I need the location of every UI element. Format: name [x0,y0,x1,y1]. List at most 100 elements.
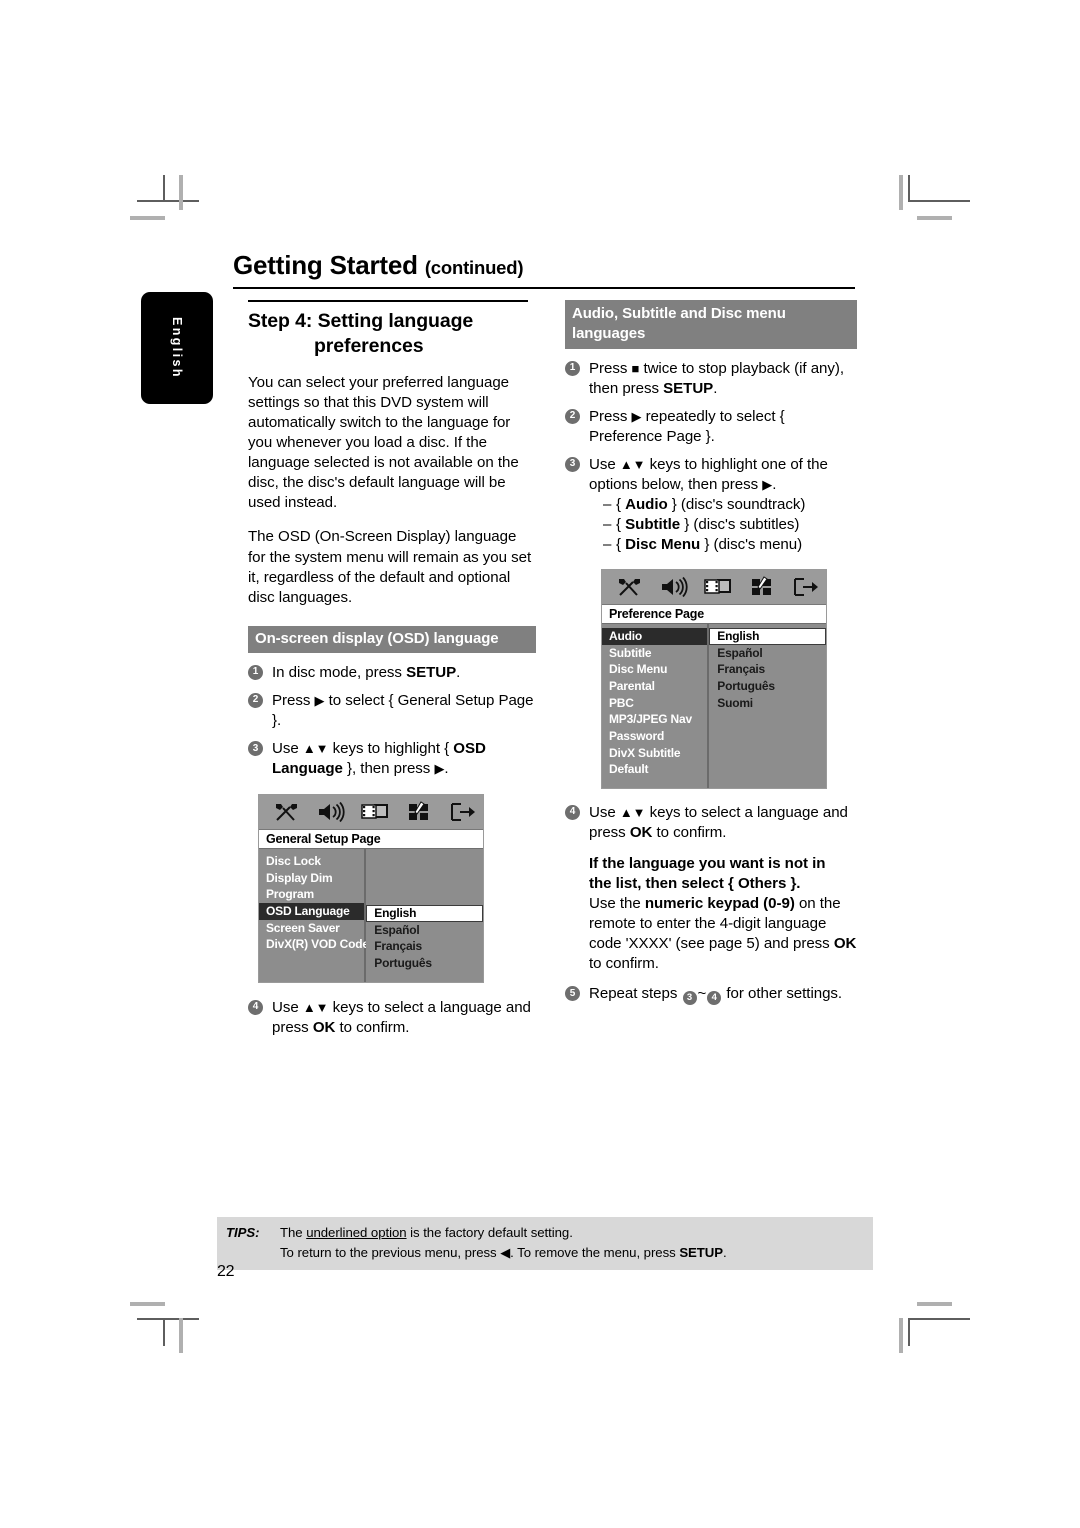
title-rule [233,287,855,289]
menu-item-pbc[interactable]: PBC [602,695,707,712]
step-ref-to: 4 [707,991,722,1006]
manual-page: English Getting Started (continued) Step… [0,0,1080,1528]
exit-icon [784,572,826,602]
pref-option-audio: –{ Audio } (disc's soundtrack) [589,495,857,515]
tips-footer: TIPS: The underlined option is the factor… [217,1217,873,1271]
left-column: Step 4: Setting language preferences You… [248,300,536,1046]
step-heading-rule [248,300,528,302]
osd-step-4-tail: to confirm. [335,1018,410,1036]
preference-icon [397,797,441,827]
up-down-arrow-icon: ▲▼ [302,999,329,1015]
value-espanol[interactable]: Español [709,645,826,662]
intro-paragraph-2: The OSD (On-Screen Display) language for… [248,528,532,606]
menu-item-mp3-jpeg-nav[interactable]: MP3/JPEG Nav [602,711,707,728]
crop-mark-top-left [137,200,199,202]
crop-mark-top-left-bar [179,175,183,210]
menu-item-osd-language[interactable]: OSD Language [259,903,365,920]
page-number: 22 [217,1263,235,1280]
osd-section-heading: On-screen display (OSD) language [248,626,536,653]
value-english[interactable]: English [366,905,483,922]
others-note-line1: If the language you want is not in [589,854,826,872]
value-portugues[interactable]: Português [366,955,483,972]
menu-item-disc-lock[interactable]: Disc Lock [259,853,364,870]
menu-item-divx-subtitle[interactable]: DivX Subtitle [602,745,707,762]
menu-item-parental[interactable]: Parental [602,678,707,695]
menu-item-program[interactable]: Program [259,886,364,903]
menu-item-divx-vod-code[interactable]: DivX(R) VOD Code [259,936,369,953]
step-badge: 1 [565,360,580,376]
step-badge: 2 [248,692,263,708]
others-note-body-bold2: OK [833,935,857,953]
right-column: Audio, Subtitle and Disc menu languages … [565,300,857,1012]
osd-step-3-mid: keys to highlight { [328,740,454,758]
pref-step-3-text: Use [589,455,620,473]
exit-icon [441,797,483,827]
menu-item-subtitle[interactable]: Subtitle [602,645,707,662]
others-note-body-bold: numeric keypad (0-9) [644,895,795,913]
pref-option-audio-tail: } (disc's soundtrack) [667,495,806,513]
pref-step-5-text: Repeat steps [589,985,682,1003]
osd-step-2-text: Press [272,691,315,709]
osd-steps-list: 1 In disc mode, press SETUP. 2 Press ▶ to … [248,663,536,779]
osd-step-3-tail: }, then press [342,760,435,778]
value-espanol[interactable]: Español [366,922,483,939]
pref-option-audio-bold: Audio [625,495,668,513]
audio-heading-line1: Audio, Subtitle and Disc menu [572,305,786,322]
dash-marker: – [603,516,612,534]
preference-page-title: Preference Page [602,605,826,625]
step-badge: 3 [565,456,580,472]
up-down-arrow-icon: ▲▼ [302,741,329,757]
pref-step-4-text: Use [589,803,620,821]
pref-option-subtitle: –{ Subtitle } (disc's subtitles) [589,515,857,535]
crop-mark-bottom-right-bar [899,1318,903,1353]
step4-heading-line1: Step 4: Setting language [248,309,474,332]
osd-step-2: 2 Press ▶ to select { General Setup Page … [248,691,536,731]
value-suomi[interactable]: Suomi [709,695,826,712]
menu-item-screen-saver[interactable]: Screen Saver [259,920,364,937]
value-francais[interactable]: Français [366,938,483,955]
preference-steps-list-cont: 4 Use ▲▼ keys to select a language and pr… [565,803,857,1006]
tips-line2-a: To return to the previous menu, press [280,1245,501,1261]
menu-item-audio[interactable]: Audio [602,628,708,645]
preference-menu-list: Audio Subtitle Disc Menu Parental PBC MP… [602,624,710,788]
step-badge: 1 [248,664,263,680]
value-english[interactable]: English [709,628,826,645]
audio-heading-line2: languages [572,324,646,342]
preference-page-body: Audio Subtitle Disc Menu Parental PBC MP… [602,624,826,788]
preference-icon-bar [602,570,826,606]
language-tab: English [141,292,213,404]
step4-heading-line2: preferences [314,334,424,357]
crop-mark-bottom-right-bar2 [917,1302,952,1306]
pref-step-4-tail: to confirm. [652,823,727,841]
pref-step-2-text: Press [589,407,632,425]
osd-steps-list-cont: 4 Use ▲▼ keys to select a language and pr… [248,998,536,1038]
setup-values-list: English Español Français Português [366,849,483,982]
step-badge: 2 [565,408,580,424]
step4-heading: Step 4: Setting language preferences [248,309,536,359]
crop-mark-bottom-left-bar2 [130,1302,165,1306]
tips-line1-b: is the factory default setting. [406,1225,573,1240]
menu-item-disc-menu[interactable]: Disc Menu [602,661,707,678]
menu-item-default[interactable]: Default [602,761,707,778]
speaker-icon [652,572,696,602]
pref-option-disc-menu: –{ Disc Menu } (disc's menu) [589,535,857,555]
page-title-main: Getting Started [233,250,418,280]
pref-step-3-tail: . [772,475,777,493]
left-arrow-icon: ◀ [500,1245,511,1261]
right-arrow-icon: ▶ [434,761,445,777]
value-francais[interactable]: Français [709,661,826,678]
others-note-braced: { Others }. [728,874,801,892]
others-note-line2: the list, then select [589,874,724,892]
tips-line2: To return to the previous menu, press ◀.… [226,1244,864,1262]
tips-line1-underlined: underlined option [306,1225,407,1240]
crop-mark-top-right-bar [899,175,903,210]
menu-item-password[interactable]: Password [602,728,707,745]
pref-step-2: 2 Press ▶ repeatedly to select { Preferen… [565,407,857,447]
setup-page-body: Disc Lock Display Dim Program OSD Langua… [259,849,483,982]
tips-line2-c: . [723,1245,727,1261]
preference-icon [740,572,784,602]
setup-menu-list: Disc Lock Display Dim Program OSD Langua… [259,849,369,982]
value-portugues[interactable]: Português [709,678,826,695]
tips-label: TIPS: [226,1225,260,1240]
menu-item-display-dim[interactable]: Display Dim [259,870,364,887]
